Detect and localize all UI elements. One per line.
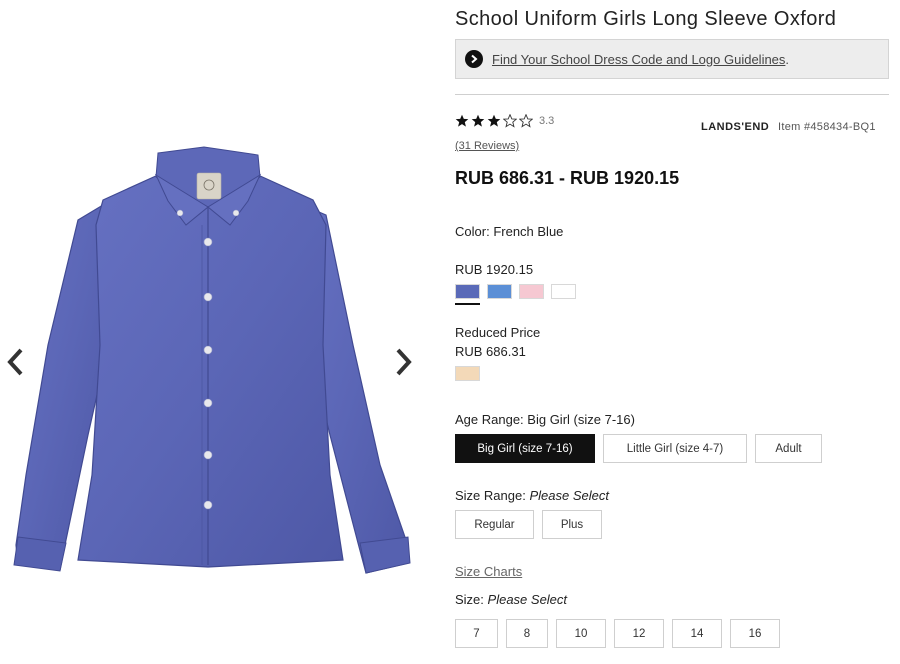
color-label: Color: French Blue xyxy=(455,224,563,239)
size-option-14[interactable]: 14 xyxy=(672,619,722,648)
size-value: Please Select xyxy=(487,592,568,607)
size-range-regular[interactable]: Regular xyxy=(455,510,534,539)
size-range-label-text: Size Range: xyxy=(455,488,526,503)
reduced-price-label: Reduced Price xyxy=(455,325,541,340)
size-option-8[interactable]: 8 xyxy=(506,619,548,648)
star-filled-icon xyxy=(455,114,469,127)
reduced-swatches xyxy=(455,366,487,381)
star-rating[interactable]: 3.3 xyxy=(455,114,554,128)
size-range-plus[interactable]: Plus xyxy=(542,510,602,539)
size-label-text: Size: xyxy=(455,592,484,607)
age-range-label-text: Age Range: xyxy=(455,412,524,427)
dress-code-link[interactable]: Find Your School Dress Code and Logo Gui… xyxy=(492,52,785,67)
chevron-circle-right-icon xyxy=(465,50,483,68)
chevron-right-icon xyxy=(396,348,412,376)
reviews-link[interactable]: (31 Reviews) xyxy=(455,140,519,152)
age-option-adult[interactable]: Adult xyxy=(755,434,822,463)
color-label-text: Color: xyxy=(455,224,490,239)
size-option-10[interactable]: 10 xyxy=(556,619,606,648)
star-filled-icon xyxy=(487,114,501,127)
swatch-white[interactable] xyxy=(551,284,576,299)
dress-code-period: . xyxy=(785,51,790,67)
star-empty-icon xyxy=(503,114,517,128)
price-range: RUB 686.31 - RUB 1920.15 xyxy=(455,168,680,188)
size-options: 7 8 10 12 14 16 xyxy=(455,619,788,648)
size-charts-link[interactable]: Size Charts xyxy=(455,564,522,579)
star-filled-icon xyxy=(471,114,485,127)
age-range-options: Big Girl (size 7-16) Little Girl (size 4… xyxy=(455,434,830,463)
age-range-label: Age Range: Big Girl (size 7-16) xyxy=(455,412,635,427)
size-label: Size: Please Select xyxy=(455,592,567,607)
swatch-tan[interactable] xyxy=(455,366,480,381)
swatch-blue[interactable] xyxy=(487,284,512,299)
regular-price: RUB 1920.15 xyxy=(455,262,534,277)
swatch-french-blue[interactable] xyxy=(455,284,480,305)
product-title: School Uniform Girls Long Sleeve Oxford xyxy=(455,8,837,30)
size-range-value: Please Select xyxy=(529,488,609,503)
swatch-pink[interactable] xyxy=(519,284,544,299)
product-image xyxy=(13,146,411,574)
size-range-label: Size Range: Please Select xyxy=(455,488,609,503)
size-option-7[interactable]: 7 xyxy=(455,619,498,648)
age-range-value: Big Girl (size 7-16) xyxy=(527,412,635,427)
dress-code-banner[interactable]: Find Your School Dress Code and Logo Gui… xyxy=(455,39,889,79)
brand-logo: LANDS'END xyxy=(701,121,770,133)
divider xyxy=(455,94,889,95)
size-option-16[interactable]: 16 xyxy=(730,619,780,648)
product-gallery xyxy=(0,0,430,664)
age-option-little-girl[interactable]: Little Girl (size 4-7) xyxy=(603,434,747,463)
color-value: French Blue xyxy=(493,224,564,239)
regular-swatches xyxy=(455,284,583,305)
size-option-12[interactable]: 12 xyxy=(614,619,664,648)
item-number: Item #458434-BQ1 xyxy=(778,121,876,133)
size-range-options: Regular Plus xyxy=(455,510,610,539)
age-option-big-girl[interactable]: Big Girl (size 7-16) xyxy=(455,434,595,463)
next-image-button[interactable] xyxy=(391,345,417,379)
reduced-price: RUB 686.31 xyxy=(455,344,526,359)
rating-value: 3.3 xyxy=(539,115,555,127)
star-empty-icon xyxy=(519,114,533,128)
